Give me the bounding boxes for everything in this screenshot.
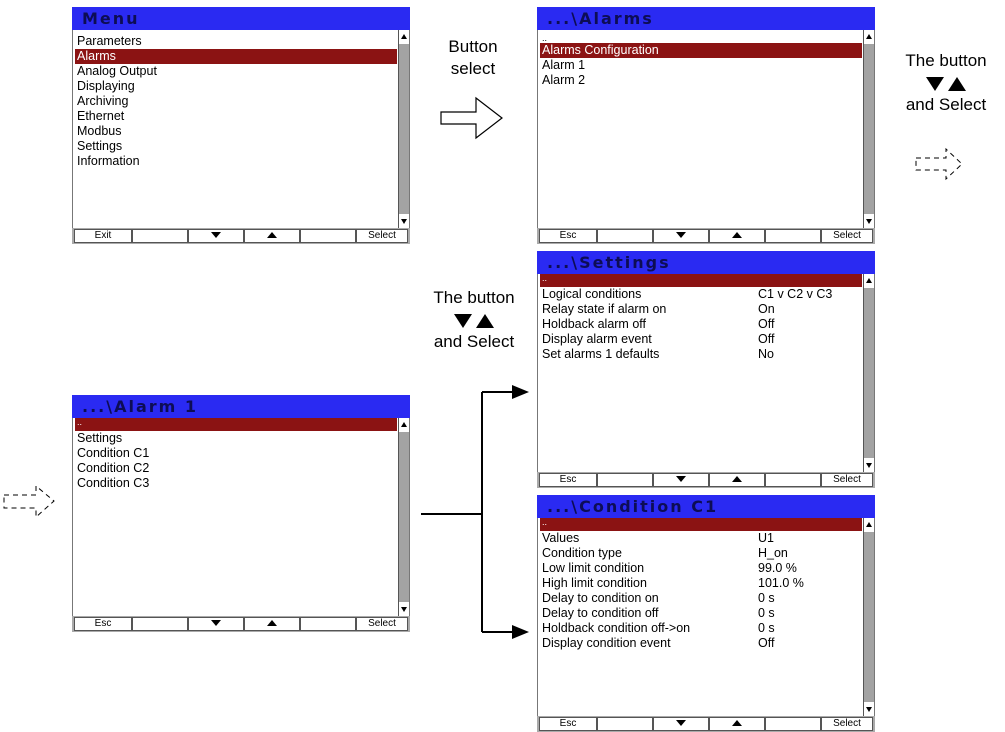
dashed-right-arrow-icon	[915, 147, 963, 181]
arrowhead-to-settings-icon	[512, 385, 529, 399]
arrowhead-to-condition-icon	[512, 625, 529, 639]
hollow-right-arrow-icon	[440, 96, 503, 140]
dashed-right-arrow-icon	[3, 484, 55, 519]
branch-connector	[421, 391, 515, 633]
flow-arrows	[3, 96, 963, 639]
